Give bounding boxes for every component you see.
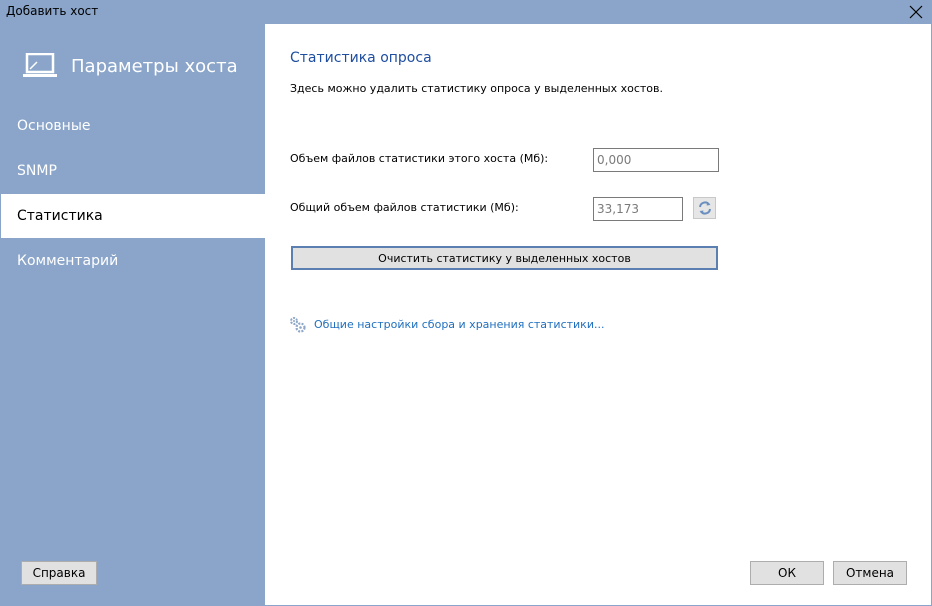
- gears-icon: [290, 316, 306, 333]
- sidebar-item-label: Основные: [17, 118, 91, 134]
- total-size-field[interactable]: 33,173: [593, 197, 683, 221]
- settings-link-label: Общие настройки сбора и хранения статист…: [314, 317, 605, 331]
- sidebar-header-label: Параметры хоста: [71, 55, 238, 77]
- sidebar-item-statistics[interactable]: Статистика: [1, 194, 265, 238]
- sidebar-item-comment[interactable]: Комментарий: [1, 239, 265, 283]
- help-button[interactable]: Справка: [21, 561, 97, 585]
- sidebar-item-snmp[interactable]: SNMP: [1, 149, 265, 193]
- window-title: Добавить хост: [6, 4, 99, 18]
- sidebar-item-label: SNMP: [17, 163, 57, 179]
- sidebar-item-label: Статистика: [17, 208, 103, 224]
- sidebar: Параметры хоста Основные SNMP Статистика…: [1, 24, 265, 605]
- main-panel: Статистика опроса Здесь можно удалить ст…: [265, 24, 931, 605]
- statistics-settings-link[interactable]: Общие настройки сбора и хранения статист…: [289, 314, 604, 334]
- page-title: Статистика опроса: [290, 50, 432, 66]
- sidebar-header: Параметры хоста: [23, 51, 238, 81]
- laptop-icon: [23, 53, 57, 77]
- title-bar: Добавить хост: [0, 0, 932, 24]
- page-description: Здесь можно удалить статистику опроса у …: [290, 82, 663, 95]
- refresh-button[interactable]: [693, 197, 716, 219]
- close-icon: [909, 5, 923, 19]
- clear-statistics-button[interactable]: Очистить статистику у выделенных хостов: [291, 246, 718, 270]
- cancel-button[interactable]: Отмена: [833, 561, 907, 585]
- close-button[interactable]: [900, 0, 932, 24]
- refresh-icon: [698, 201, 711, 215]
- sidebar-item-label: Комментарий: [17, 253, 119, 269]
- host-size-field[interactable]: 0,000: [593, 148, 719, 172]
- ok-button[interactable]: ОК: [750, 561, 824, 585]
- sidebar-item-general[interactable]: Основные: [1, 104, 265, 148]
- total-size-label: Общий объем файлов статистики (Мб):: [290, 201, 519, 214]
- host-size-label: Объем файлов статистики этого хоста (Мб)…: [290, 152, 549, 165]
